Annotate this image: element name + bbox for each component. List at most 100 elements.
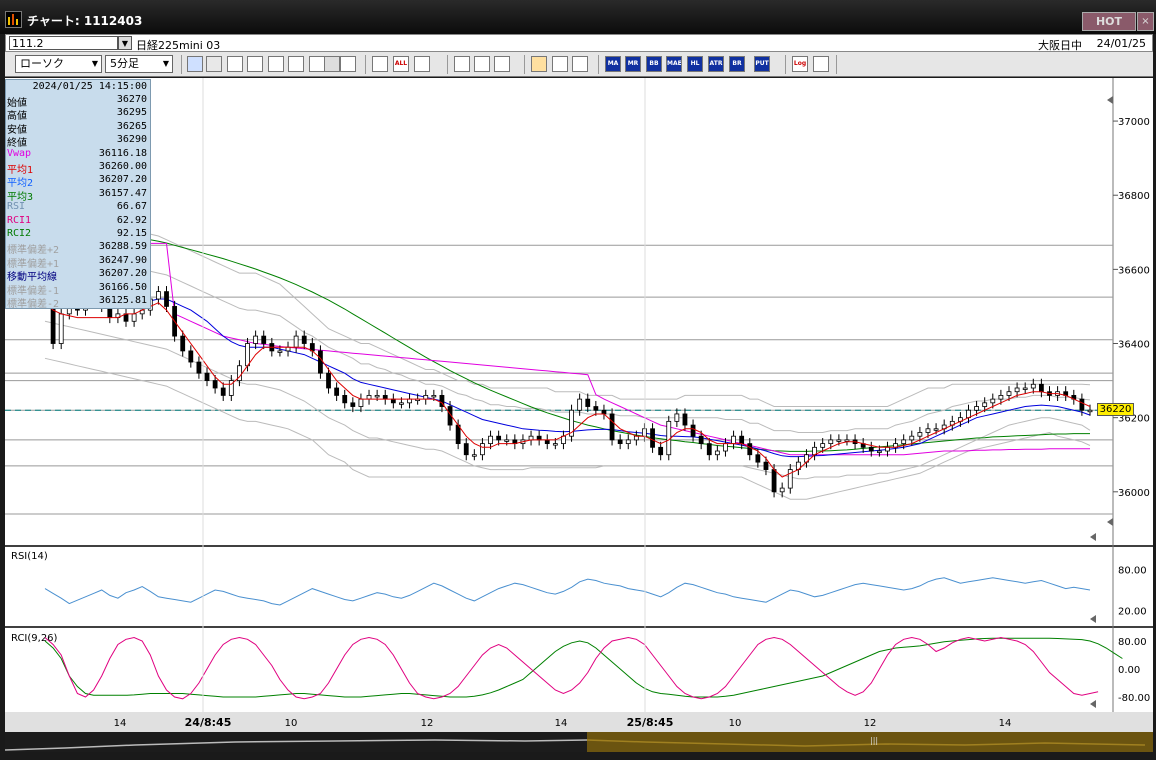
close-button[interactable]: × [1137,12,1154,31]
toolbar: ローソク ▼ 5分足 ▼ ALL MA MR BB MAE HL ATR BR PUT Log [5,52,1153,77]
rsi-line [44,577,1091,606]
toolbar-cursor-icon[interactable] [454,56,470,72]
time-tick-label: 14 [999,718,1012,729]
toolbar-candle-icon[interactable] [340,56,356,72]
info-value: 36260.00 [98,161,147,172]
candle-body [609,413,615,441]
info-row: 標準偏差+2 36288.59 [6,241,150,256]
candle-body [188,350,194,363]
toolbar-atr-icon[interactable]: ATR [708,56,724,72]
toolbar-separator [524,55,525,74]
toolbar-bar-icon[interactable] [227,56,243,72]
candle-body [463,443,469,456]
toolbar-blank-icon[interactable] [324,56,340,72]
candle-body [196,361,202,374]
info-value: 36247.90 [98,254,147,266]
candle-body [480,443,485,456]
price-tick-label: 36000 [1118,488,1150,499]
toolbar-mae-icon[interactable]: MAE [666,56,682,72]
hot-button[interactable]: HOT [1082,12,1136,31]
candle-body [488,435,493,445]
chart-area[interactable]: 36000 36200 36400 36600 36800 37000 RSI(14) 20.… [5,78,1153,712]
toolbar-tool-icon[interactable] [531,56,547,72]
info-value: 92.15 [116,228,147,239]
price-tick-label: 37000 [1118,117,1150,128]
scroll-marker-icon [1107,96,1113,104]
toolbar-zoom-icon[interactable] [187,56,203,72]
candle-body [828,439,834,445]
toolbar-line-icon[interactable] [247,56,263,72]
toolbar-ma-icon[interactable]: MA [605,56,621,72]
candle-body [690,424,696,437]
candle-body [366,395,372,400]
info-value: 36207.20 [98,268,147,280]
candle-body [771,469,777,493]
session-label: 大阪日中 [1038,39,1082,52]
toolbar-br-icon[interactable]: BR [729,56,745,72]
candle-body [1006,391,1012,396]
scroll-marker-icon [1090,615,1096,623]
rsi-tick-label: 20.00 [1118,606,1147,617]
toolbar-separator [365,55,366,74]
bb-upper2-line [44,209,1091,407]
chevron-down-icon: ▼ [91,59,98,68]
candle-body [245,343,250,367]
candle-body [844,439,850,442]
price-tick-label: 36600 [1118,265,1150,276]
info-value: 62.92 [116,214,147,226]
symbol-dropdown-button[interactable]: ▼ [118,36,132,50]
candle-body [593,406,599,411]
candle-body [552,443,558,446]
time-axis-svg: 14 24/8:45 10 12 14 25/8:45 10 12 14 [114,716,1012,729]
toolbar-calc-icon[interactable] [309,56,325,72]
ma-fast-line [44,302,1091,478]
price-tick-label: 36400 [1118,340,1150,351]
chart-type-select[interactable]: ローソク ▼ [15,55,102,73]
toolbar-wrench-icon[interactable] [552,56,568,72]
toolbar-all-icon[interactable]: ALL [393,56,409,72]
info-row: RCI2 92.15 [6,228,150,240]
toolbar-candle2-icon[interactable] [372,56,388,72]
candle-body [342,395,348,404]
toolbar-hl-icon[interactable]: HL [687,56,703,72]
history-scrollbar[interactable]: ||| [4,732,1153,752]
info-label: 標準偏差-2 [7,299,60,310]
title-bar: チャート: 1112403 HOT × [0,0,1156,34]
scrollbar-svg: ||| [4,732,1153,752]
info-value: 36125.81 [98,295,147,306]
toolbar-bb-icon[interactable]: BB [646,56,662,72]
toolbar-pen-icon[interactable] [414,56,430,72]
toolbar-compare-icon[interactable] [268,56,284,72]
candle-body [504,439,510,442]
info-value: 36288.59 [98,241,147,253]
candle-body [536,435,542,441]
toolbar-export-icon[interactable] [813,56,829,72]
bb-lower2-line [44,357,1091,500]
toolbar-pattern-icon[interactable] [494,56,510,72]
candle-body [779,487,785,493]
candle-body [285,346,291,352]
interval-select[interactable]: 5分足 ▼ [105,55,173,73]
candle-body [293,335,299,348]
candle-body [399,402,404,405]
toolbar-put-icon[interactable]: PUT [754,56,770,72]
candle-body [1014,387,1020,393]
candle-body [318,350,323,374]
toolbar-trend-icon[interactable] [474,56,490,72]
candle-body [407,398,412,404]
toolbar-mr-icon[interactable]: MR [625,56,641,72]
toolbar-grid-icon[interactable] [206,56,222,72]
rsi-tick-label: 80.00 [1118,566,1147,577]
toolbar-draw-icon[interactable] [288,56,304,72]
candle-body [350,402,356,407]
candle-body [301,335,307,344]
info-label: RCI2 [7,228,32,239]
time-tick-label: 25/8:45 [627,716,674,729]
candle-body [528,435,534,441]
candle-body [423,395,429,400]
scroll-marker-icon [1107,518,1113,526]
symbol-code-input[interactable] [9,36,118,50]
time-tick-label: 10 [729,718,742,729]
toolbar-palette-icon[interactable] [572,56,588,72]
toolbar-log-icon[interactable]: Log [792,56,808,72]
